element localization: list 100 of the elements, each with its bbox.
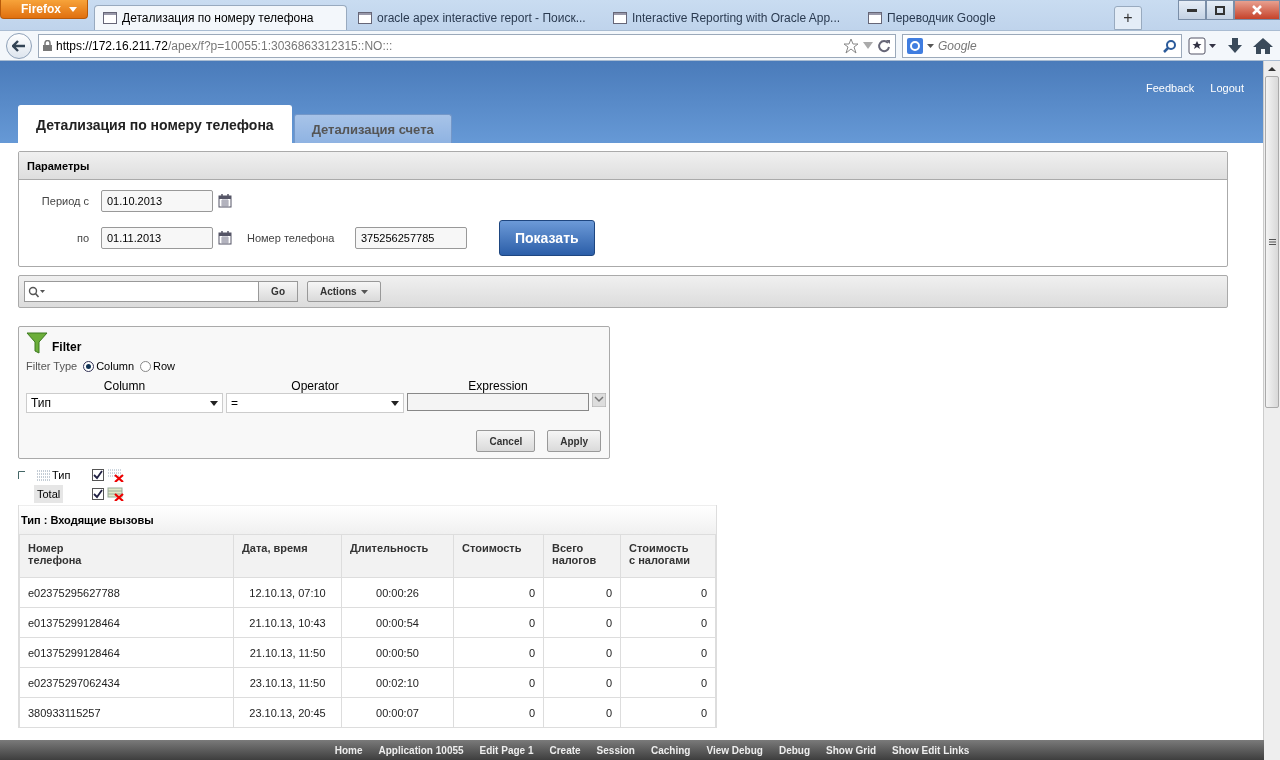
actions-button[interactable]: Actions	[307, 281, 381, 302]
phone-field[interactable]: 375256257785	[355, 227, 467, 249]
filter-button[interactable]: Cancel	[476, 430, 536, 452]
column-header[interactable]: Длительность	[341, 534, 454, 578]
column-heading: Operator	[290, 379, 340, 393]
toolbar-link[interactable]: Session	[588, 744, 643, 756]
report-search-field[interactable]: Go	[24, 281, 298, 302]
table-cell: 00:02:10	[341, 667, 454, 698]
show-button[interactable]: Показать	[499, 220, 595, 256]
page-icon	[613, 12, 627, 24]
remove-total-icon[interactable]	[106, 487, 126, 501]
header-link[interactable]: Feedback	[1146, 82, 1195, 94]
page-icon	[103, 12, 117, 24]
table-cell: 23.10.13, 11:50	[233, 667, 342, 698]
scrollbar[interactable]	[1263, 61, 1280, 760]
table-cell: 00:00:07	[341, 697, 454, 728]
search-field[interactable]: Google	[902, 33, 1182, 58]
toolbar-link[interactable]: Show Edit Links	[884, 744, 978, 756]
dropdown-icon[interactable]	[592, 393, 606, 407]
toolbar-link[interactable]: Show Grid	[818, 744, 885, 756]
page-tab[interactable]: Детализация по номеру телефона	[18, 105, 292, 143]
toolbar-link[interactable]: Debug	[770, 744, 819, 756]
table-cell: 0	[543, 667, 621, 698]
new-tab-button[interactable]: +	[1114, 6, 1142, 30]
header-link[interactable]: Logout	[1210, 82, 1244, 94]
address-field[interactable]: https://172.16.211.72/apex/f?p=10055:1:3036863312315::NO:::	[38, 33, 896, 58]
radio-option[interactable]: Column	[83, 360, 135, 372]
page-tab[interactable]: Детализация счета	[293, 114, 452, 143]
table-cell: 0	[453, 697, 544, 728]
table-cell: 0	[453, 667, 544, 698]
break-label: Total	[34, 485, 64, 503]
table-cell: 0	[543, 577, 621, 608]
table-cell: 00:00:50	[341, 637, 454, 668]
table-cell: 0	[543, 607, 621, 638]
toolbar-link[interactable]: Home	[326, 744, 371, 756]
date-field[interactable]: 01.11.2013	[101, 227, 213, 249]
group-heading: Тип : Входящие вызовы	[19, 505, 716, 534]
toolbar-link[interactable]: Create	[541, 744, 589, 756]
remove-break-icon[interactable]	[106, 468, 126, 482]
radio-button[interactable]	[83, 360, 95, 372]
table-cell: 00:00:54	[341, 607, 454, 638]
search-icon[interactable]	[28, 285, 46, 298]
toolbar-link[interactable]: Edit Page 1	[471, 744, 542, 756]
table-cell: 0	[620, 577, 716, 608]
star-icon[interactable]	[843, 37, 859, 54]
date-field[interactable]: 01.10.2013	[101, 190, 213, 212]
bookmarks-icon[interactable]	[1188, 36, 1218, 55]
expression-field[interactable]	[407, 393, 589, 411]
checkbox[interactable]	[92, 488, 104, 500]
calendar-icon[interactable]	[218, 231, 232, 245]
page-icon	[358, 12, 372, 24]
operator-select[interactable]: =	[226, 393, 404, 413]
go-button[interactable]: Go	[258, 282, 297, 301]
table-cell: 0	[620, 607, 716, 638]
column-header[interactable]: Стоимость с налогами	[620, 534, 716, 578]
toolbar-link[interactable]: Application 10055	[370, 744, 472, 756]
table-cell: e02375297062434	[19, 667, 234, 698]
column-heading: Expression	[467, 379, 529, 393]
column-header[interactable]: Дата, время	[233, 534, 342, 578]
caret-icon	[360, 289, 368, 294]
collapse-icon[interactable]	[18, 471, 26, 479]
reload-icon[interactable]	[877, 38, 891, 53]
close-icon	[1252, 5, 1262, 15]
column-header[interactable]: Стоимость	[453, 534, 544, 578]
scroll-thumb[interactable]	[1265, 76, 1279, 408]
table-cell: 0	[453, 637, 544, 668]
toolbar-link[interactable]: Caching	[642, 744, 699, 756]
filter-button[interactable]: Apply	[547, 430, 601, 452]
scroll-up-icon[interactable]	[1267, 64, 1277, 74]
radio-button[interactable]	[140, 360, 152, 372]
caret-icon	[927, 43, 934, 48]
close-button[interactable]	[1234, 0, 1280, 20]
caret-icon	[391, 400, 399, 406]
table-cell: 0	[620, 667, 716, 698]
table-cell: 0	[620, 697, 716, 728]
calendar-icon[interactable]	[218, 194, 232, 208]
home-icon[interactable]	[1252, 36, 1274, 55]
field-label: по	[75, 232, 90, 244]
page-icon	[868, 12, 882, 24]
browser-tab[interactable]: oracle apex interactive report - Поиск...	[349, 5, 602, 30]
maximize-button[interactable]	[1206, 0, 1234, 20]
minimize-button[interactable]	[1178, 0, 1206, 20]
radio-option[interactable]: Row	[140, 360, 176, 372]
table-cell: 12.10.13, 07:10	[233, 577, 342, 608]
table-cell: 0	[453, 607, 544, 638]
table-cell: 23.10.13, 20:45	[233, 697, 342, 728]
column-header[interactable]: Номер телефона	[19, 534, 234, 578]
column-select[interactable]: Тип	[26, 393, 223, 413]
browser-tab[interactable]: Interactive Reporting with Oracle App...	[604, 5, 857, 30]
table-cell: 00:00:26	[341, 577, 454, 608]
browser-tab[interactable]: Переводчик Google	[859, 5, 1112, 30]
table-cell: 0	[543, 697, 621, 728]
column-header[interactable]: Всего налогов	[543, 534, 621, 578]
search-icon[interactable]	[1163, 38, 1177, 53]
browser-tab[interactable]: Детализация по номеру телефона	[94, 5, 347, 30]
minimize-icon	[1187, 8, 1197, 12]
back-button[interactable]	[6, 32, 32, 59]
toolbar-link[interactable]: View Debug	[698, 744, 771, 756]
table-cell: 0	[543, 637, 621, 668]
checkbox[interactable]	[92, 469, 104, 481]
